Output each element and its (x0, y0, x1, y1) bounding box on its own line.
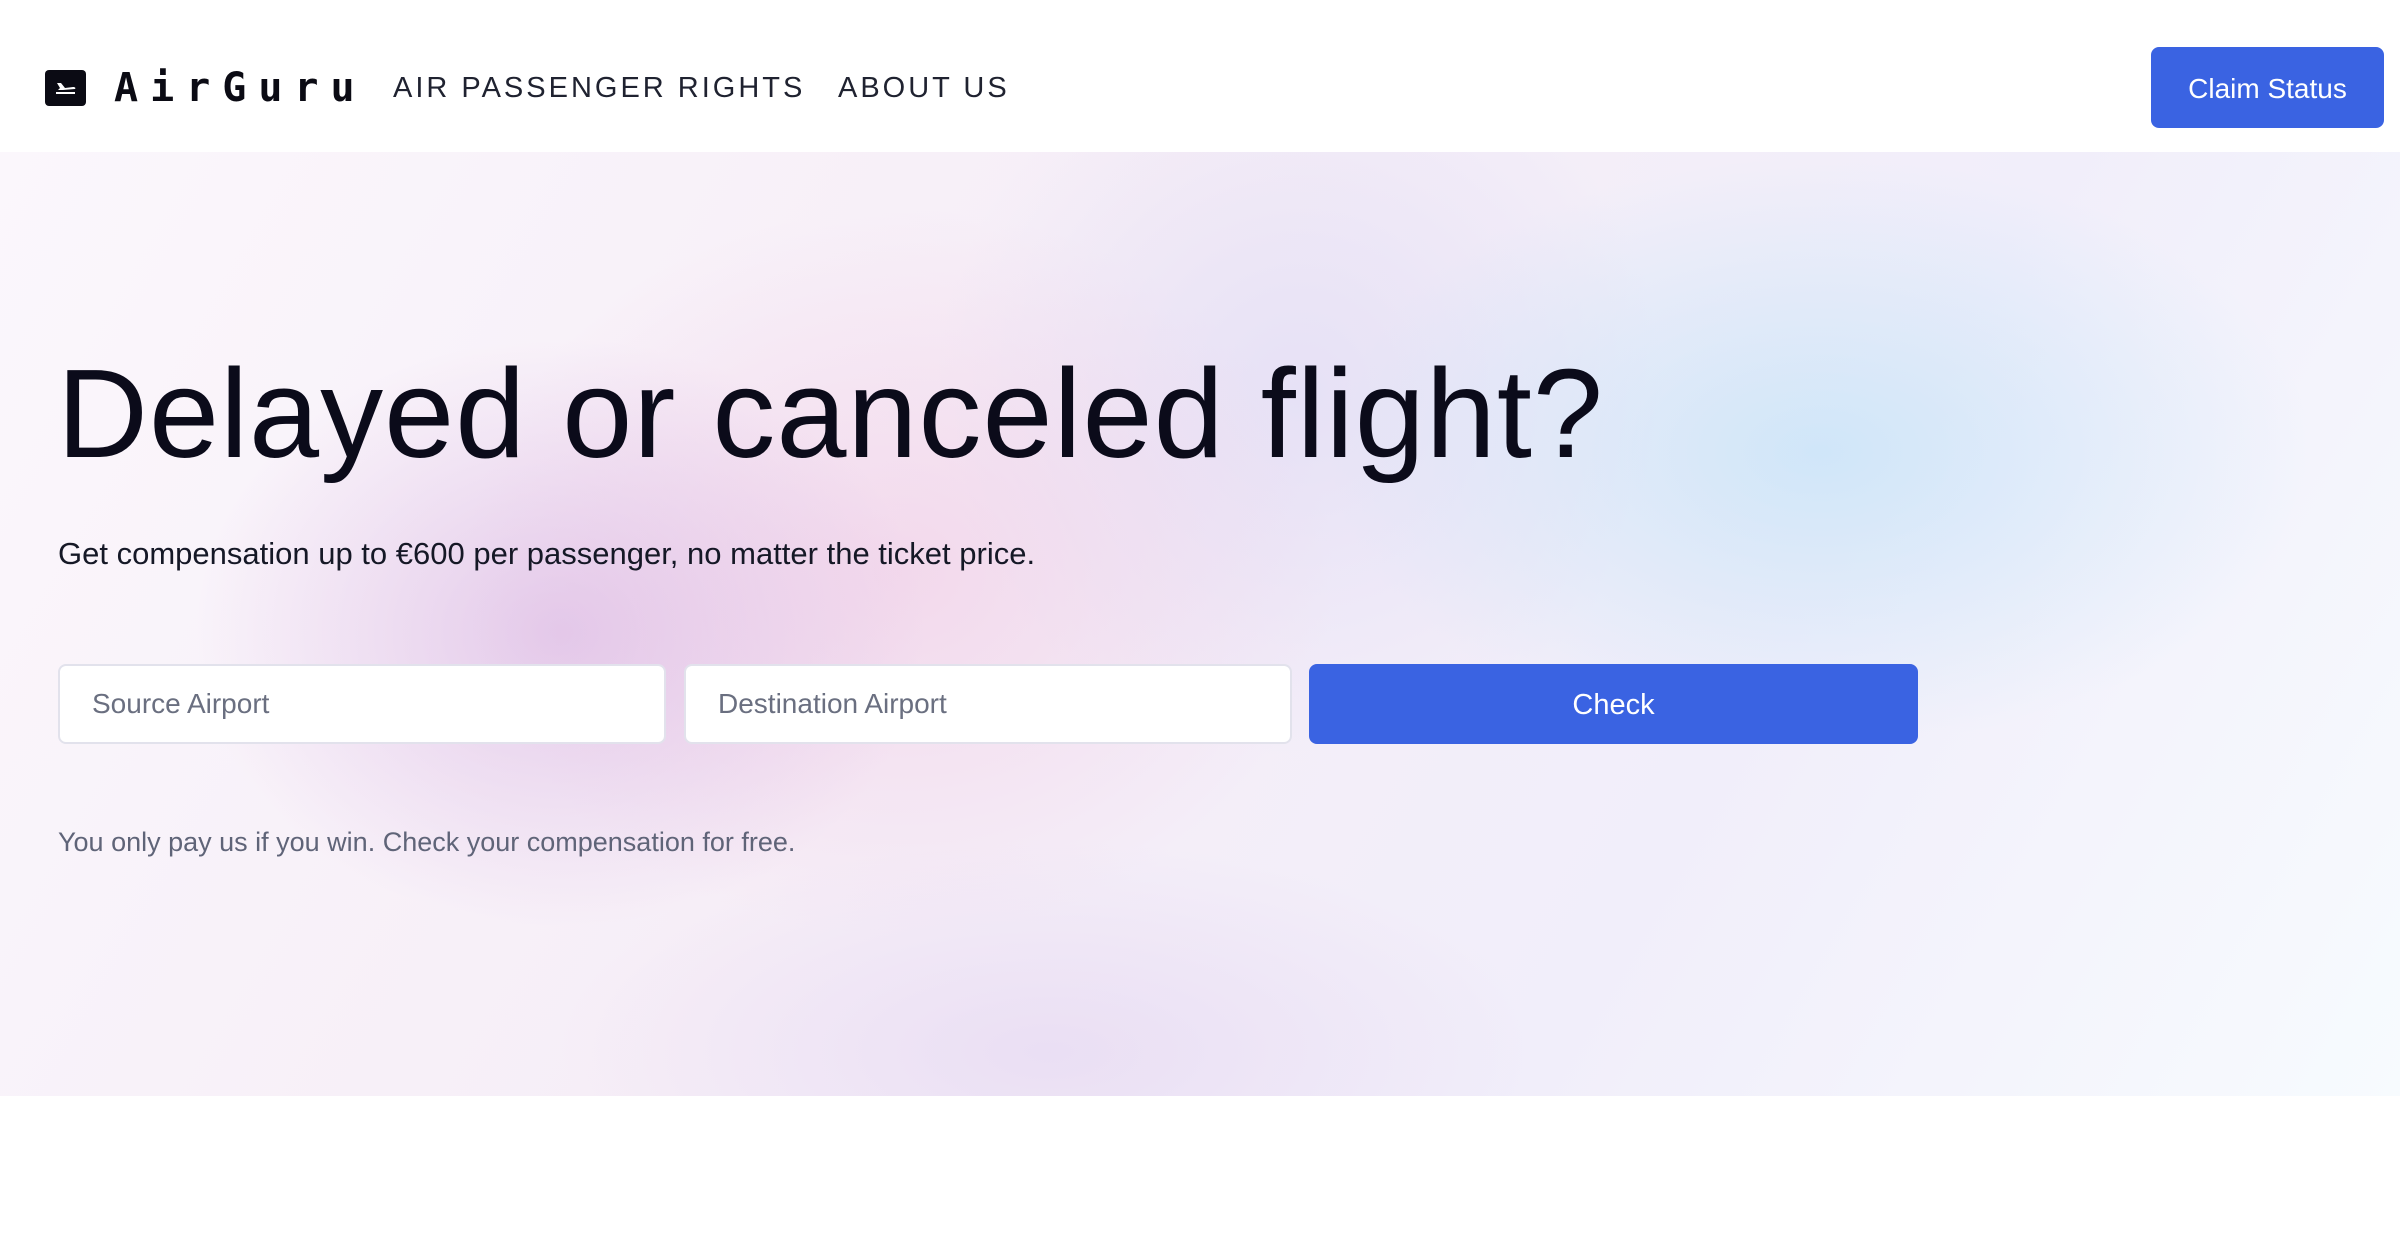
page-title: Delayed or canceled flight? (57, 343, 1604, 484)
logo[interactable]: AirGuru (45, 65, 367, 111)
destination-airport-input[interactable] (684, 664, 1292, 744)
nav-link-about-us[interactable]: ABOUT US (838, 70, 1010, 106)
source-airport-input[interactable] (58, 664, 666, 744)
plane-ticket-icon (45, 70, 86, 106)
free-check-note: You only pay us if you win. Check your c… (58, 827, 796, 857)
check-button[interactable]: Check (1309, 664, 1918, 744)
hero-subheading: Get compensation up to €600 per passenge… (58, 536, 1036, 571)
logo-text: AirGuru (114, 65, 367, 111)
site-header: AirGuru AIR PASSENGER RIGHTS ABOUT US Cl… (0, 0, 2400, 152)
nav-link-air-passenger-rights[interactable]: AIR PASSENGER RIGHTS (393, 70, 805, 106)
hero-section: Delayed or canceled flight? Get compensa… (0, 152, 2400, 1096)
claim-status-button[interactable]: Claim Status (2151, 47, 2384, 128)
